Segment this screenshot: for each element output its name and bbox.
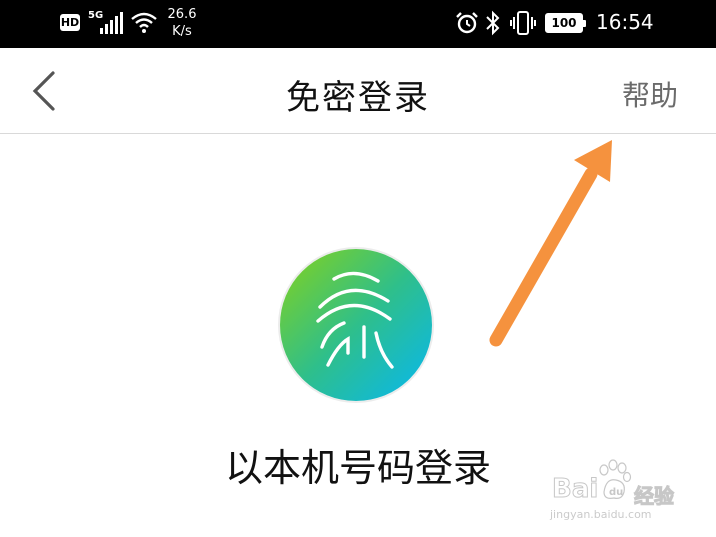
one-click-login-logo[interactable] <box>280 249 432 401</box>
vibrate-icon <box>510 11 536 35</box>
network-speed: 26.6 K/s <box>164 6 200 40</box>
clock: 16:54 <box>596 10 654 34</box>
fingerprint-icon <box>316 271 394 369</box>
bluetooth-icon <box>486 10 500 36</box>
help-button[interactable]: 帮助 <box>622 74 678 114</box>
signal-icon <box>100 12 123 34</box>
paw-icon: du <box>599 459 632 499</box>
watermark-name: 经验 <box>634 484 675 509</box>
svg-text:du: du <box>609 487 623 498</box>
nav-bar: 免密登录 帮助 <box>0 48 716 134</box>
alarm-icon <box>456 12 478 34</box>
speed-unit: K/s <box>172 24 192 39</box>
page-title: 免密登录 <box>286 78 430 118</box>
watermark-brand: Bai <box>551 474 599 505</box>
wifi-icon <box>131 12 157 33</box>
hd-badge: HD <box>60 14 80 31</box>
status-bar: HD 5G 26.6 K/s 100 16:54 <box>0 0 716 48</box>
speed-value: 26.6 <box>167 7 197 22</box>
battery-indicator: 100 <box>545 13 586 33</box>
baidu-jingyan-watermark: Bai du 经验 jingyan.baidu.com <box>548 458 688 528</box>
watermark-url: jingyan.baidu.com <box>550 508 652 521</box>
annotation-arrow <box>489 140 612 347</box>
